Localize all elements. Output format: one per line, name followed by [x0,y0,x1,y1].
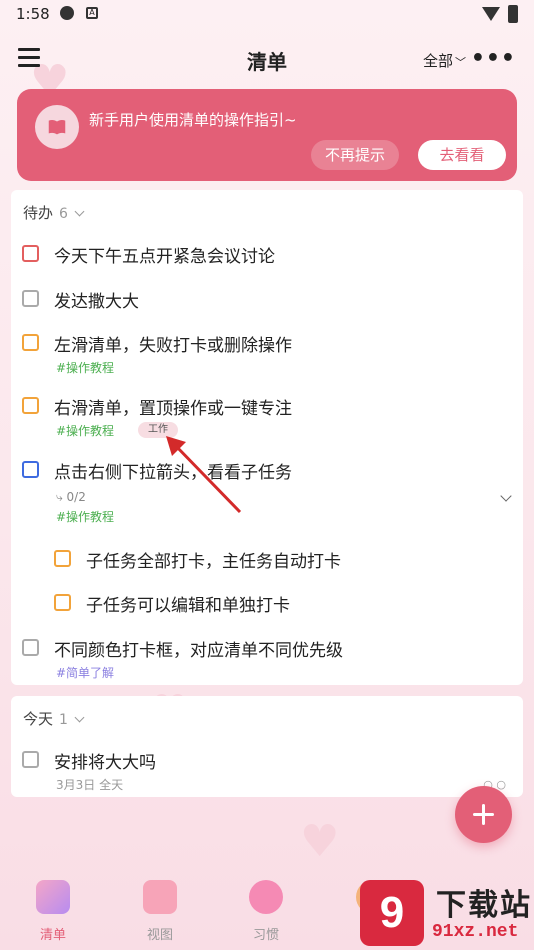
subtask-title: 子任务可以编辑和单独打卡 [86,596,290,616]
donut-icon [249,880,283,914]
subtask-count: ⤷ 0/2 [56,490,86,504]
task-checkbox[interactable] [22,751,39,768]
task-tag[interactable]: #操作教程 [56,422,114,439]
wifi-icon [482,7,500,21]
status-time: 1:58 [16,5,50,23]
site-watermark: 9 下载站 91xz.net [360,880,534,950]
section-count: 6 [59,206,68,222]
text-notification-icon: A [86,7,98,19]
task-tag[interactable]: #操作教程 [56,359,114,376]
today-section-card: 今天 1 安排将大大吗 3月3日 全天 ○ ○ [11,696,523,797]
watermark-title: 下载站 [436,888,532,923]
guide-banner: 新手用户使用清单的操作指引~ 不再提示 去看看 [17,89,517,181]
dismiss-button[interactable]: 不再提示 [311,140,399,170]
task-tag[interactable]: #简单了解 [56,664,114,681]
task-title: 右滑清单，置顶操作或一键专注 [54,399,292,419]
section-count: 1 [59,712,68,728]
subtask-checkbox[interactable] [54,594,71,611]
task-title: 安排将大大吗 [54,753,156,773]
section-label: 待办 [23,204,54,222]
task-title: 今天下午五点开紧急会议讨论 [54,247,275,267]
mail-icon [143,880,177,914]
task-checkbox[interactable] [22,334,39,351]
banner-text: 新手用户使用清单的操作指引~ [89,111,297,129]
task-checkbox[interactable] [22,245,39,262]
expand-chevron-icon[interactable] [500,490,512,502]
task-checkbox[interactable] [22,639,39,656]
battery-icon [508,5,518,23]
chevron-down-icon: ﹀ [455,56,466,69]
subtask-checkbox[interactable] [54,550,71,567]
today-section-header[interactable]: 今天 1 [23,708,85,729]
filter-label: 全部 [422,52,453,70]
app-notification-icon [60,6,74,20]
nav-label: 清单 [39,928,66,943]
nav-item-view[interactable]: 视图 [125,880,195,943]
chevron-down-icon [74,712,85,723]
section-label: 今天 [23,710,54,728]
add-task-button[interactable] [455,786,512,843]
nav-item-habit[interactable]: 习惯 [231,880,301,943]
heart-decoration: ♥ [300,816,340,867]
watermark-logo: 9 [360,880,424,946]
chevron-down-icon [74,206,85,217]
task-checkbox[interactable] [22,397,39,414]
filter-dropdown[interactable]: 全部 ﹀ [423,50,466,71]
nav-item-list[interactable]: 清单 [18,880,88,943]
task-checkbox[interactable] [22,290,39,307]
task-date: 3月3日 全天 [56,778,124,792]
task-title: 左滑清单，失败打卡或删除操作 [54,336,292,356]
task-title: 发达撒大大 [54,292,139,312]
book-icon [35,105,79,149]
nav-label: 视图 [146,928,173,943]
task-tag[interactable]: #操作教程 [56,508,114,525]
watermark-url: 91xz.net [432,922,519,942]
task-title: 不同颜色打卡框，对应清单不同优先级 [54,641,343,661]
status-bar: 1:58 A [0,0,534,30]
list-icon [36,880,70,914]
task-checkbox[interactable] [22,461,39,478]
nav-label: 习惯 [252,928,279,943]
more-options-icon[interactable]: ••• [471,46,516,71]
go-see-button[interactable]: 去看看 [418,140,506,170]
subtask-icon: ⤷ [56,490,67,504]
todo-section-card: 待办 6 今天下午五点开紧急会议讨论 发达撒大大 左滑清单，失败打卡或删除操作 #… [11,190,523,685]
subtask-title: 子任务全部打卡，主任务自动打卡 [86,552,341,572]
todo-section-header[interactable]: 待办 6 [23,202,85,223]
app-header: 清单 全部 ﹀ ••• [0,40,534,80]
annotation-arrow-icon [166,436,242,514]
